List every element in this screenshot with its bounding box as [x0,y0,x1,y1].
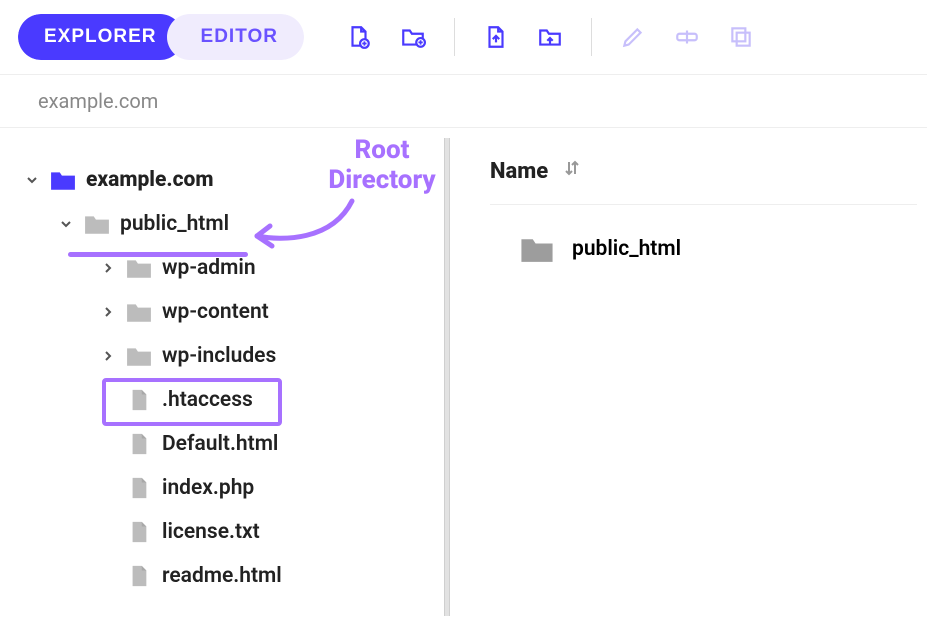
sort-icon[interactable] [562,158,582,184]
file-icon [126,565,152,587]
tree-label: .htaccess [162,388,253,412]
toolbar-separator [591,18,592,56]
tree-row[interactable]: index.php [24,466,430,510]
edit-button[interactable] [606,17,660,57]
column-header-name[interactable]: Name [490,158,917,205]
file-icon [126,477,152,499]
mode-switch: EXPLORER EDITOR [18,14,304,60]
tree-label: wp-admin [162,256,256,280]
tree-label: example.com [86,168,214,192]
folder-icon [84,213,110,235]
list-item[interactable]: public_html [490,205,917,263]
new-folder-button[interactable] [386,17,440,57]
tree-label: wp-content [162,300,269,324]
annotation-underline [68,252,248,257]
explorer-tab[interactable]: EXPLORER [18,14,183,60]
folder-icon [126,345,152,367]
tree-row[interactable]: readme.html [24,554,430,598]
folder-icon [126,301,152,323]
tree-row-public-html[interactable]: public_html [24,202,430,246]
tree-label: index.php [162,476,254,500]
chevron-right-icon [100,350,116,362]
toolbar-separator [454,18,455,56]
tree-pane: example.com public_html wp-admin wp-conte… [0,128,440,616]
tree-label: wp-includes [162,344,276,368]
upload-file-button[interactable] [469,17,523,57]
chevron-right-icon [100,306,116,318]
chevron-down-icon [24,174,40,186]
file-icon [126,521,152,543]
copy-button[interactable] [714,17,768,57]
toolbar-icons [332,17,768,57]
file-icon [126,433,152,455]
tree-row[interactable]: .htaccess [24,378,430,422]
tree-row[interactable]: Default.html [24,422,430,466]
folder-icon [126,257,152,279]
chevron-right-icon [100,262,116,274]
upload-folder-button[interactable] [523,17,577,57]
list-pane: Name public_html [454,128,927,616]
tree-label: Default.html [162,432,278,456]
tree-row-root[interactable]: example.com [24,158,430,202]
folder-icon [520,235,554,263]
tree-label: public_html [120,212,229,236]
chevron-down-icon [58,218,74,230]
editor-tab[interactable]: EDITOR [167,14,304,60]
tree-row[interactable]: license.txt [24,510,430,554]
tree-label: readme.html [162,564,282,588]
rename-button[interactable] [660,17,714,57]
tree-row[interactable]: wp-includes [24,334,430,378]
pane-divider[interactable] [440,128,454,616]
folder-icon [50,169,76,191]
breadcrumb-text: example.com [38,89,158,113]
breadcrumb: example.com [0,74,927,128]
list-item-label: public_html [572,237,681,261]
new-file-button[interactable] [332,17,386,57]
tree-label: license.txt [162,520,260,544]
toolbar: EXPLORER EDITOR [0,0,927,74]
column-header-label: Name [490,159,548,184]
file-icon [126,389,152,411]
tree-row[interactable]: wp-content [24,290,430,334]
